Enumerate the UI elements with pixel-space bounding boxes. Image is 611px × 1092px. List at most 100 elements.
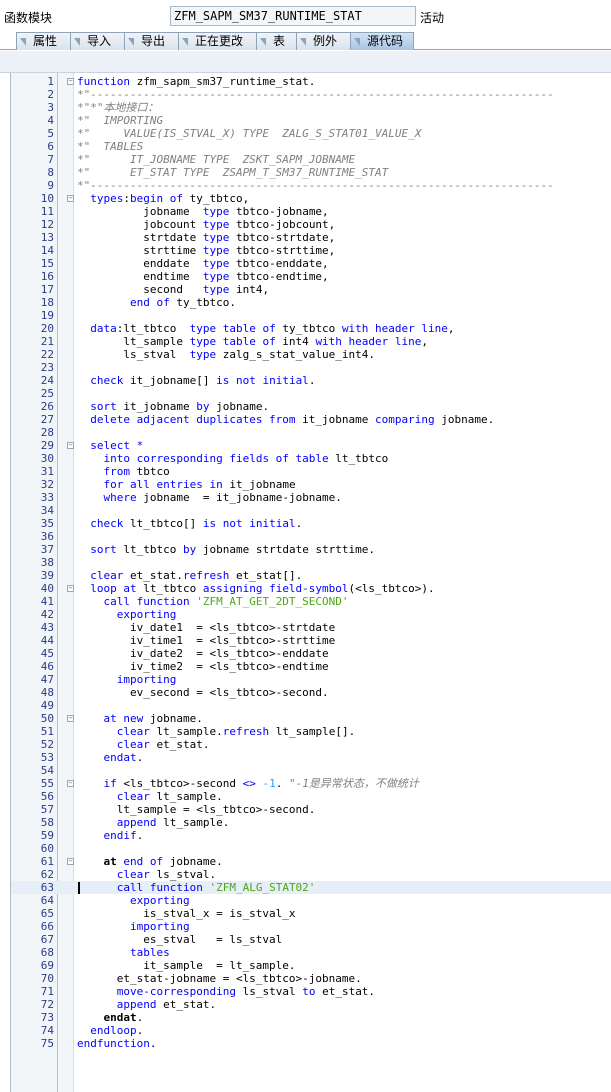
code-line[interactable]: 1 function zfm_sapm_sm37_runtime_stat. (11, 75, 611, 88)
code-line[interactable]: 48 ev_second = <ls_tbtco>-second. (11, 686, 611, 699)
code-line[interactable]: 37 sort lt_tbtco by jobname strtdate str… (11, 543, 611, 556)
code-line[interactable]: 69 it_sample = lt_sample. (11, 959, 611, 972)
code-line[interactable]: 67 es_stval = ls_stval (11, 933, 611, 946)
function-module-name-field[interactable]: ZFM_SAPM_SM37_RUNTIME_STAT (170, 6, 416, 26)
code-line[interactable]: 13 strtdate type tbtco-strtdate, (11, 231, 611, 244)
code-text: append et_stat. (116, 998, 217, 1011)
code-line[interactable]: 8 *" ET_STAT TYPE ZSAPM_T_SM37_RUNTIME_ST… (11, 166, 611, 179)
tab-source-code[interactable]: 源代码 (350, 32, 414, 50)
code-line[interactable]: 58 append lt_sample. (11, 816, 611, 829)
code-line[interactable]: 21 lt_sample type table of int4 with hea… (11, 335, 611, 348)
tab-label: 导出 (141, 34, 166, 48)
code-line[interactable]: 50 at new jobname. (11, 712, 611, 725)
tab-changing[interactable]: 正在更改 (178, 32, 258, 50)
code-line[interactable]: 32 for all entries in it_jobname (11, 478, 611, 491)
code-line[interactable]: 2 *"-------------------------------------… (11, 88, 611, 101)
code-line[interactable]: 66 importing (11, 920, 611, 933)
code-line[interactable]: 35 check lt_tbtco[] is not initial. (11, 517, 611, 530)
code-line[interactable]: 28 (11, 426, 611, 439)
fold-toggle-icon[interactable] (67, 195, 74, 202)
source-code-editor[interactable]: 1 function zfm_sapm_sm37_runtime_stat. 2 *"… (10, 73, 611, 1092)
code-line[interactable]: 60 (11, 842, 611, 855)
code-line[interactable]: 68 tables (11, 946, 611, 959)
code-line[interactable]: 42 exporting (11, 608, 611, 621)
code-line[interactable]: 61 at end of jobname. (11, 855, 611, 868)
code-line[interactable]: 36 (11, 530, 611, 543)
code-line[interactable]: 9 *"-------------------------------------… (11, 179, 611, 192)
code-line[interactable]: 63 call function 'ZFM_ALG_STAT02' (11, 881, 611, 894)
code-line[interactable]: 17 second type int4, (11, 283, 611, 296)
code-line[interactable]: 59 endif. (11, 829, 611, 842)
code-text: lt_sample type table of int4 with header… (77, 335, 429, 348)
code-line[interactable]: 47 importing (11, 673, 611, 686)
code-line[interactable]: 27 delete adjacent duplicates from it_jo… (11, 413, 611, 426)
code-line[interactable]: 71 move-corresponding ls_stval to et_sta… (11, 985, 611, 998)
tab-import[interactable]: 导入 (70, 32, 126, 50)
code-text: from tbtco (103, 465, 170, 478)
code-line[interactable]: 70 et_stat-jobname = <ls_tbtco>-jobname. (11, 972, 611, 985)
code-line[interactable]: 73 endat. (11, 1011, 611, 1024)
line-number: 74 (40, 1024, 54, 1037)
code-line[interactable]: 6 *" TABLES (11, 140, 611, 153)
code-text: clear et_stat. (116, 738, 210, 751)
code-line[interactable]: 23 (11, 361, 611, 374)
code-line[interactable]: 75 endfunction. (11, 1037, 611, 1050)
code-line[interactable]: 54 (11, 764, 611, 777)
code-line[interactable]: 29 select * (11, 439, 611, 452)
tab-export[interactable]: 导出 (124, 32, 180, 50)
code-line[interactable]: 7 *" IT_JOBNAME TYPE ZSKT_SAPM_JOBNAME (11, 153, 611, 166)
code-line[interactable]: 30 into corresponding fields of table lt… (11, 452, 611, 465)
fold-toggle-icon[interactable] (67, 442, 74, 449)
fold-toggle-icon[interactable] (67, 715, 74, 722)
code-line[interactable]: 4 *" IMPORTING (11, 114, 611, 127)
code-line[interactable]: 45 iv_date2 = <ls_tbtco>-enddate (11, 647, 611, 660)
code-line[interactable]: 53 endat. (11, 751, 611, 764)
fold-toggle-icon[interactable] (67, 585, 74, 592)
code-line[interactable]: 38 (11, 556, 611, 569)
code-line[interactable]: 31 from tbtco (11, 465, 611, 478)
fold-toggle-icon[interactable] (67, 858, 74, 865)
code-line[interactable]: 62 clear ls_stval. (11, 868, 611, 881)
code-line[interactable]: 20 data:lt_tbtco type table of ty_tbtco … (11, 322, 611, 335)
code-line[interactable]: 22 ls_stval type zalg_s_stat_value_int4. (11, 348, 611, 361)
code-text: tables (129, 946, 170, 959)
tab-tables[interactable]: 表 (256, 32, 298, 50)
code-line[interactable]: 24 check it_jobname[] is not initial. (11, 374, 611, 387)
code-line[interactable]: 3 *"*"本地接口： (11, 101, 611, 114)
code-line[interactable]: 33 where jobname = it_jobname-jobname. (11, 491, 611, 504)
code-line[interactable]: 34 (11, 504, 611, 517)
code-line[interactable]: 51 clear lt_sample.refresh lt_sample[]. (11, 725, 611, 738)
code-line[interactable]: 56 clear lt_sample. (11, 790, 611, 803)
code-line[interactable]: 52 clear et_stat. (11, 738, 611, 751)
code-line[interactable]: 14 strttime type tbtco-strttime, (11, 244, 611, 257)
code-line[interactable]: 49 (11, 699, 611, 712)
code-line[interactable]: 46 iv_time2 = <ls_tbtco>-endtime (11, 660, 611, 673)
tab-exceptions[interactable]: 例外 (296, 32, 352, 50)
tab-attributes[interactable]: 属性 (16, 32, 72, 50)
code-line[interactable]: 16 endtime type tbtco-endtime, (11, 270, 611, 283)
fold-toggle-icon[interactable] (67, 78, 74, 85)
fold-toggle-icon[interactable] (67, 780, 74, 787)
code-line[interactable]: 11 jobname type tbtco-jobname, (11, 205, 611, 218)
code-line[interactable]: 74 endloop. (11, 1024, 611, 1037)
code-line[interactable]: 10 types:begin of ty_tbtco, (11, 192, 611, 205)
code-line[interactable]: 39 clear et_stat.refresh et_stat[]. (11, 569, 611, 582)
code-line[interactable]: 44 iv_time1 = <ls_tbtco>-strttime (11, 634, 611, 647)
code-line[interactable]: 72 append et_stat. (11, 998, 611, 1011)
code-line[interactable]: 5 *" VALUE(IS_STVAL_X) TYPE ZALG_S_STAT01… (11, 127, 611, 140)
code-line[interactable]: 43 iv_date1 = <ls_tbtco>-strtdate (11, 621, 611, 634)
code-line[interactable]: 15 enddate type tbtco-enddate, (11, 257, 611, 270)
code-line[interactable]: 18 end of ty_tbtco. (11, 296, 611, 309)
code-line[interactable]: 57 lt_sample = <ls_tbtco>-second. (11, 803, 611, 816)
code-line[interactable]: 26 sort it_jobname by jobname. (11, 400, 611, 413)
code-line[interactable]: 65 is_stval_x = is_stval_x (11, 907, 611, 920)
code-text: into corresponding fields of table lt_tb… (103, 452, 389, 465)
code-line[interactable]: 19 (11, 309, 611, 322)
line-number: 28 (40, 426, 54, 439)
code-line[interactable]: 25 (11, 387, 611, 400)
code-line[interactable]: 41 call function 'ZFM_AT_GET_2DT_SECOND' (11, 595, 611, 608)
code-line[interactable]: 64 exporting (11, 894, 611, 907)
code-line[interactable]: 12 jobcount type tbtco-jobcount, (11, 218, 611, 231)
code-line[interactable]: 55 if <ls_tbtco>-second <> -1. "-1是异常状态，… (11, 777, 611, 790)
code-line[interactable]: 40 loop at lt_tbtco assigning field-symb… (11, 582, 611, 595)
